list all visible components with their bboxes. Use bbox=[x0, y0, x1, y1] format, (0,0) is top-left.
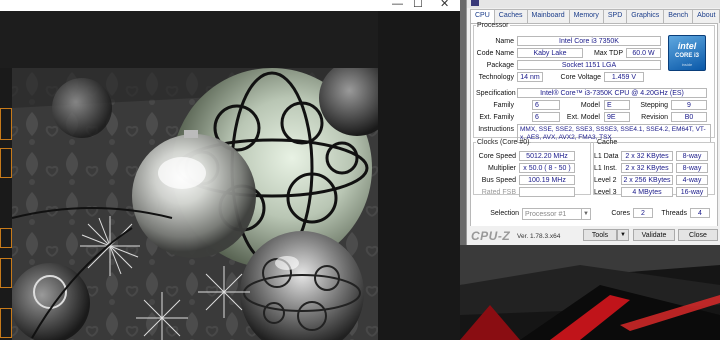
thumbnail[interactable] bbox=[0, 308, 12, 338]
busspeed-label: Bus Speed bbox=[481, 177, 516, 184]
clocks-group: Clocks (Core #0) Core Speed 5012.20 MHz … bbox=[473, 139, 591, 197]
processor-legend: Processor bbox=[477, 22, 509, 29]
cache-l1inst-way: 8-way bbox=[676, 163, 708, 173]
cache-l1data-label: L1 Data bbox=[594, 153, 619, 160]
cache-level3-way: 16-way bbox=[676, 187, 708, 197]
tab-spd[interactable]: SPD bbox=[602, 9, 628, 23]
selection-dropdown[interactable]: Processor #1 bbox=[522, 208, 582, 220]
cache-level2-label: Level 2 bbox=[594, 177, 617, 184]
cores-label: Cores bbox=[611, 210, 630, 217]
clocks-legend: Clocks (Core #0) bbox=[477, 139, 530, 146]
thumbnail[interactable] bbox=[0, 228, 12, 248]
christmas-ornaments-image bbox=[12, 68, 378, 340]
stepping-value: 9 bbox=[671, 100, 707, 110]
tab-graphics[interactable]: Graphics bbox=[626, 9, 665, 23]
stepping-label: Stepping bbox=[640, 102, 668, 109]
logo-core: CORE i3 bbox=[674, 53, 699, 59]
cache-level2-size: 2 x 256 KBytes bbox=[621, 175, 673, 185]
revision-label: Revision bbox=[641, 114, 668, 121]
processor-group: Processor Name Intel Core i3 7350K Code … bbox=[473, 22, 715, 143]
cpuz-titlebar bbox=[467, 0, 720, 8]
cpuz-brand: CPU-Z bbox=[471, 229, 511, 243]
corespeed-value: 5012.20 MHz bbox=[519, 151, 575, 161]
tab-caches[interactable]: Caches bbox=[493, 9, 528, 23]
thumbnail[interactable] bbox=[0, 148, 12, 178]
specification-value: Intel® Core™ i3-7350K CPU @ 4.20GHz (ES) bbox=[517, 88, 707, 98]
codename-label: Code Name bbox=[476, 50, 514, 57]
technology-value: 14 nm bbox=[517, 72, 543, 82]
minimize-button[interactable]: — bbox=[392, 0, 403, 11]
specification-label: Specification bbox=[476, 90, 516, 97]
package-label: Package bbox=[486, 62, 514, 69]
corespeed-label: Core Speed bbox=[478, 153, 516, 160]
wallpaper-graphic bbox=[460, 245, 720, 340]
intel-core-i3-logo: intel CORE i3 inside bbox=[668, 35, 706, 71]
family-value: 6 bbox=[532, 100, 560, 110]
logo-word: intel bbox=[677, 41, 697, 51]
busspeed-value: 100.19 MHz bbox=[519, 175, 575, 185]
package-value: Socket 1151 LGA bbox=[517, 60, 661, 70]
family-label: Family bbox=[493, 102, 514, 109]
ratedfsb-label: Rated FSB bbox=[481, 189, 516, 196]
extmodel-value: 9E bbox=[604, 112, 630, 122]
name-label: Name bbox=[495, 38, 514, 45]
technology-label: Technology bbox=[478, 74, 514, 81]
maxtdp-value: 60.0 W bbox=[626, 48, 661, 58]
name-value: Intel Core i3 7350K bbox=[517, 36, 661, 46]
cores-value: 2 bbox=[633, 208, 653, 218]
cache-group: Cache L1 Data 2 x 32 KBytes 8-way L1 Ins… bbox=[593, 139, 715, 197]
cache-level2-way: 4-way bbox=[676, 175, 708, 185]
corevoltage-value: 1.459 V bbox=[604, 72, 644, 82]
extfamily-value: 6 bbox=[532, 112, 560, 122]
thumbnail[interactable] bbox=[0, 258, 12, 288]
tab-about[interactable]: About bbox=[692, 9, 720, 23]
logo-inside: inside bbox=[681, 62, 693, 67]
threads-value: 4 bbox=[690, 208, 710, 218]
extfamily-label: Ext. Family bbox=[479, 114, 514, 121]
cache-legend: Cache bbox=[597, 139, 618, 146]
cache-l1inst-label: L1 Inst. bbox=[594, 165, 617, 172]
model-value: E bbox=[604, 100, 630, 110]
codename-value: Kaby Lake bbox=[517, 48, 583, 58]
version-label: Ver. 1.78.3.x64 bbox=[517, 233, 561, 240]
multiplier-value: x 50.0 ( 8 - 50 ) bbox=[519, 163, 575, 173]
cache-level3-size: 4 MBytes bbox=[621, 187, 673, 197]
chevron-down-icon[interactable]: ▼ bbox=[581, 208, 591, 220]
tools-button[interactable]: Tools bbox=[583, 229, 617, 241]
cache-l1data-way: 8-way bbox=[676, 151, 708, 161]
validate-button[interactable]: Validate bbox=[633, 229, 675, 241]
desktop-wallpaper bbox=[460, 245, 720, 340]
cpuz-footer: CPU-Z Ver. 1.78.3.x64 Tools ▼ Validate C… bbox=[467, 226, 720, 245]
thumbnail[interactable] bbox=[0, 108, 12, 140]
cache-l1data-size: 2 x 32 KBytes bbox=[621, 151, 673, 161]
ornaments-picture bbox=[12, 68, 378, 340]
close-button[interactable]: Close bbox=[678, 229, 718, 241]
tab-bench[interactable]: Bench bbox=[663, 9, 694, 23]
maxtdp-label: Max TDP bbox=[593, 50, 623, 57]
multiplier-label: Multiplier bbox=[487, 165, 516, 172]
instructions-label: Instructions bbox=[478, 126, 514, 133]
corevoltage-label: Core Voltage bbox=[560, 74, 601, 81]
viewer-titlebar: — ☐ ✕ bbox=[0, 0, 460, 11]
cache-l1inst-size: 2 x 32 KBytes bbox=[621, 163, 673, 173]
model-label: Model bbox=[580, 102, 600, 109]
selection-label: Selection bbox=[490, 210, 519, 217]
cache-level3-label: Level 3 bbox=[594, 189, 617, 196]
tab-mainboard[interactable]: Mainboard bbox=[526, 9, 570, 23]
ratedfsb-value bbox=[519, 187, 575, 197]
cpu-tab-panel: Processor Name Intel Core i3 7350K Code … bbox=[470, 22, 718, 227]
thumbnail-strip[interactable] bbox=[0, 68, 12, 340]
close-button[interactable]: ✕ bbox=[440, 0, 449, 11]
threads-label: Threads bbox=[661, 210, 687, 217]
image-viewer-window: — ☐ ✕ bbox=[0, 0, 460, 340]
cpuz-window: CPU Caches Mainboard Memory SPD Graphics… bbox=[466, 0, 720, 245]
tab-memory[interactable]: Memory bbox=[568, 9, 604, 23]
tools-dropdown-icon[interactable]: ▼ bbox=[617, 229, 629, 241]
viewer-side-panel bbox=[378, 11, 460, 340]
extmodel-label: Ext. Model bbox=[566, 114, 600, 121]
revision-value: B0 bbox=[671, 112, 707, 122]
cpuz-app-icon bbox=[471, 0, 479, 6]
maximize-button[interactable]: ☐ bbox=[413, 0, 423, 11]
